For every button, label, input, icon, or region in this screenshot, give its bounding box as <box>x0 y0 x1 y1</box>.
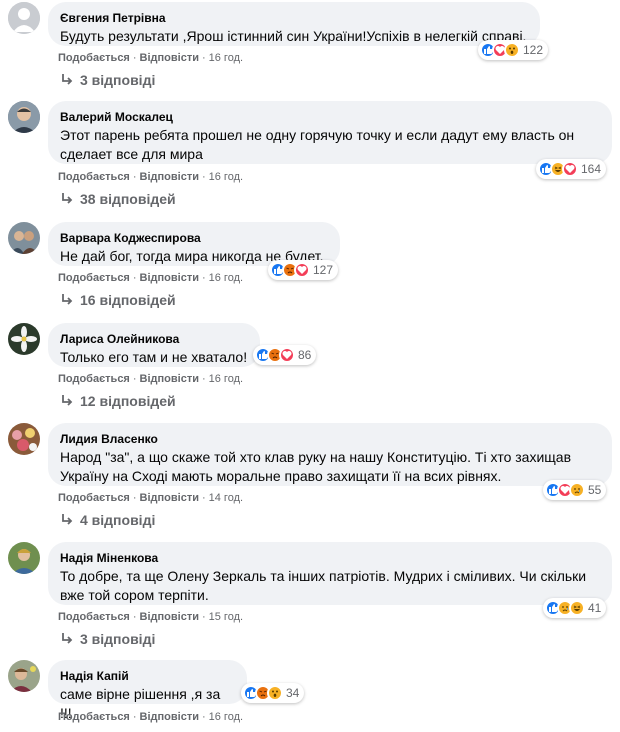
comment-bubble: Лариса Олейникова Только его там и не хв… <box>48 323 260 367</box>
comment-author[interactable]: Євгения Петрівна <box>60 10 528 26</box>
timestamp[interactable]: 14 год. <box>209 492 243 504</box>
timestamp[interactable]: 16 год. <box>209 52 243 64</box>
view-replies[interactable]: 4 відповіді <box>60 511 155 529</box>
like-button[interactable]: Подобається <box>58 611 130 623</box>
view-replies[interactable]: 12 відповідей <box>60 392 176 410</box>
replies-label: 3 відповіді <box>80 631 156 647</box>
timestamp[interactable]: 15 год. <box>209 611 243 623</box>
comment-actions: Подобається · Відповісти · 16 год. <box>58 373 244 385</box>
view-replies[interactable]: 38 відповідей <box>60 190 176 208</box>
view-replies[interactable]: 3 відповіді <box>60 630 155 648</box>
comment-author[interactable]: Варвара Коджеспирова <box>60 230 328 246</box>
timestamp[interactable]: 16 год. <box>209 711 243 723</box>
love-icon <box>562 161 578 177</box>
timestamp[interactable]: 16 год. <box>209 272 243 284</box>
comment-text: То добре, та ще Олену Зеркаль та інших п… <box>60 568 587 603</box>
reactions-summary[interactable]: 34 <box>241 683 305 703</box>
comment-actions: Подобається · Відповісти · 15 год. <box>58 611 244 623</box>
comment-author[interactable]: Лидия Власенко <box>60 431 600 447</box>
love-icon <box>294 262 310 278</box>
reactions-summary[interactable]: 164 <box>536 159 607 179</box>
reactions-summary[interactable]: 41 <box>543 598 607 618</box>
reaction-count: 55 <box>588 483 602 497</box>
comment-actions: Подобається · Відповісти · 14 год. <box>58 492 244 504</box>
reply-arrow-icon <box>60 73 74 87</box>
reply-button[interactable]: Відповісти <box>140 492 199 504</box>
reactions-summary[interactable]: 86 <box>253 345 317 365</box>
like-button[interactable]: Подобається <box>58 492 130 504</box>
replies-label: 12 відповідей <box>80 393 176 409</box>
comment-text: Будуть результати ,Ярош істинний син Укр… <box>60 28 527 44</box>
wow-icon <box>267 685 283 701</box>
comment-bubble: Надія Капій саме вірне рішення ,я за !!! <box>48 660 247 721</box>
reaction-count: 86 <box>298 348 312 362</box>
wow-icon <box>504 42 520 58</box>
reaction-count: 122 <box>523 43 544 57</box>
like-button[interactable]: Подобається <box>58 52 130 64</box>
like-button[interactable]: Подобається <box>58 272 130 284</box>
comment-author[interactable]: Надія Капій <box>60 668 235 684</box>
like-button[interactable]: Подобається <box>58 373 130 385</box>
reply-arrow-icon <box>60 394 74 408</box>
comment-author[interactable]: Валерий Москалец <box>60 109 600 125</box>
reaction-count: 41 <box>588 601 602 615</box>
replies-label: 38 відповідей <box>80 191 176 207</box>
sad-icon <box>569 482 585 498</box>
reaction-count: 34 <box>286 686 300 700</box>
comment-bubble: Лидия Власенко Народ "за", а що скаже то… <box>48 423 612 486</box>
view-replies[interactable]: 16 відповідей <box>60 291 176 309</box>
reply-button[interactable]: Відповісти <box>140 611 199 623</box>
reply-arrow-icon <box>60 513 74 527</box>
like-button[interactable]: Подобається <box>58 711 130 723</box>
like-button[interactable]: Подобається <box>58 171 130 183</box>
reply-button[interactable]: Відповісти <box>140 52 199 64</box>
replies-label: 3 відповіді <box>80 72 156 88</box>
avatar[interactable] <box>8 660 40 692</box>
replies-label: 16 відповідей <box>80 292 176 308</box>
reply-button[interactable]: Відповісти <box>140 373 199 385</box>
comment-author[interactable]: Надія Міненкова <box>60 550 600 566</box>
avatar[interactable] <box>8 2 40 34</box>
reactions-summary[interactable]: 127 <box>268 260 339 280</box>
haha-icon <box>569 600 585 616</box>
avatar[interactable] <box>8 101 40 133</box>
love-icon <box>279 347 295 363</box>
reply-arrow-icon <box>60 632 74 646</box>
comment-actions: Подобається · Відповісти · 16 год. <box>58 711 244 723</box>
comment-bubble: Валерий Москалец Этот парень ребята прош… <box>48 101 612 164</box>
avatar[interactable] <box>8 542 40 574</box>
comment-actions: Подобається · Відповісти · 16 год. <box>58 171 244 183</box>
avatar[interactable] <box>8 323 40 355</box>
comment-actions: Подобається · Відповісти · 16 год. <box>58 272 244 284</box>
comment-text: Этот парень ребята прошел не одну горячу… <box>60 127 575 162</box>
comment-bubble: Надія Міненкова То добре, та ще Олену Зе… <box>48 542 612 605</box>
reply-arrow-icon <box>60 192 74 206</box>
reply-button[interactable]: Відповісти <box>140 171 199 183</box>
comment-text: Только его там и не хватало! <box>60 349 248 365</box>
reply-arrow-icon <box>60 293 74 307</box>
comment-text: Народ "за", а що скаже той хто клав руку… <box>60 449 572 484</box>
comment-actions: Подобається · Відповісти · 16 год. <box>58 52 244 64</box>
timestamp[interactable]: 16 год. <box>209 373 243 385</box>
reply-button[interactable]: Відповісти <box>140 272 199 284</box>
reactions-summary[interactable]: 55 <box>543 480 607 500</box>
replies-label: 4 відповіді <box>80 512 156 528</box>
reaction-count: 164 <box>581 162 602 176</box>
view-replies[interactable]: 3 відповіді <box>60 71 155 89</box>
avatar[interactable] <box>8 222 40 254</box>
timestamp[interactable]: 16 год. <box>209 171 243 183</box>
comment-author[interactable]: Лариса Олейникова <box>60 331 248 347</box>
avatar[interactable] <box>8 423 40 455</box>
reactions-summary[interactable]: 122 <box>478 40 549 60</box>
reaction-count: 127 <box>313 263 334 277</box>
comment-bubble: Євгения Петрівна Будуть результати ,Ярош… <box>48 2 540 46</box>
reply-button[interactable]: Відповісти <box>140 711 199 723</box>
